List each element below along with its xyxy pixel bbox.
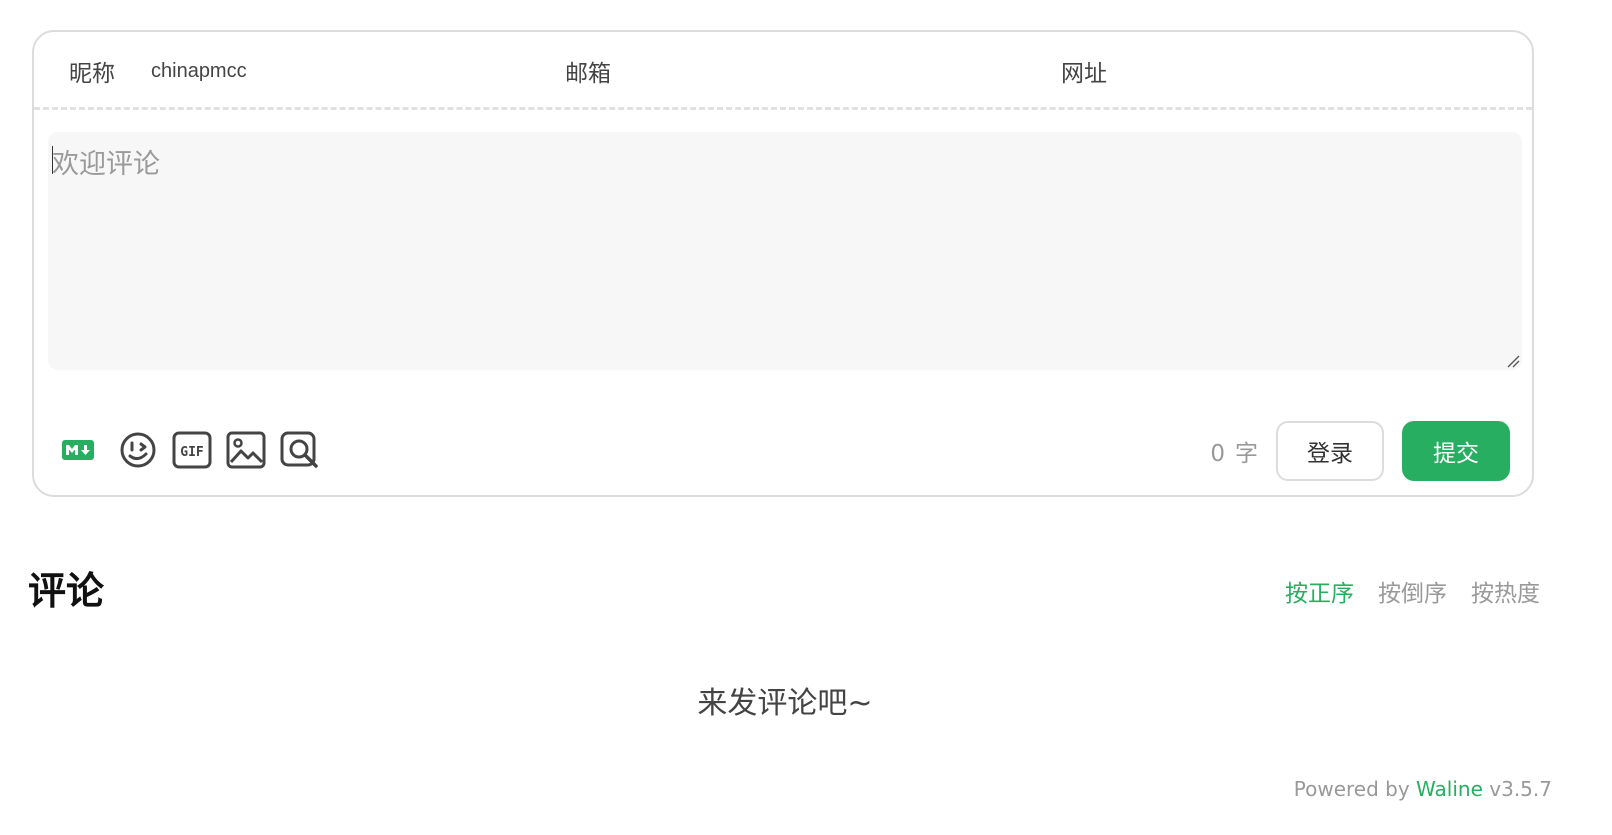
login-button[interactable]: 登录 xyxy=(1276,421,1384,481)
waline-link[interactable]: Waline xyxy=(1416,777,1483,801)
mail-field[interactable]: 邮箱 xyxy=(565,32,647,110)
editor-toolbar: GIF xyxy=(58,430,334,470)
editor-placeholder: 欢迎评论 xyxy=(52,149,160,180)
form-actions: 0字 登录 提交 xyxy=(1210,420,1510,482)
resize-handle-icon[interactable] xyxy=(1506,354,1520,368)
emoji-icon[interactable] xyxy=(118,430,158,470)
powered-prefix: Powered by xyxy=(1293,777,1410,801)
powered-by: Powered by Waline v3.5.7 xyxy=(1294,777,1552,801)
submit-button[interactable]: 提交 xyxy=(1402,421,1510,481)
nick-field[interactable]: 昵称 chinapmcc xyxy=(69,32,247,110)
version-label: v3.5.7 xyxy=(1489,777,1552,801)
sort-tabs: 按正序 按倒序 按热度 xyxy=(1261,574,1540,608)
comments-heading: 评论 xyxy=(28,569,105,613)
svg-text:GIF: GIF xyxy=(180,445,204,460)
sort-tab-hot[interactable]: 按热度 xyxy=(1471,574,1540,608)
empty-comments-message: 来发评论吧~ xyxy=(697,686,873,721)
mail-label: 邮箱 xyxy=(565,61,611,87)
user-info-row: 昵称 chinapmcc 邮箱 网址 xyxy=(34,32,1532,110)
link-label: 网址 xyxy=(1061,61,1107,87)
sort-tab-ascending[interactable]: 按正序 xyxy=(1285,574,1354,608)
word-count-number: 0 xyxy=(1210,441,1225,467)
comment-textarea[interactable]: 欢迎评论 xyxy=(48,132,1522,370)
preview-icon[interactable] xyxy=(280,430,320,470)
word-count-unit: 字 xyxy=(1235,441,1258,467)
sort-tab-descending[interactable]: 按倒序 xyxy=(1378,574,1447,608)
gif-icon[interactable]: GIF xyxy=(172,430,212,470)
nick-input[interactable]: chinapmcc xyxy=(151,60,247,83)
nick-label: 昵称 xyxy=(69,61,115,87)
link-field[interactable]: 网址 xyxy=(1061,32,1143,110)
image-icon[interactable] xyxy=(226,430,266,470)
markdown-icon[interactable] xyxy=(58,430,98,470)
word-count: 0字 xyxy=(1210,434,1258,468)
comment-form-panel: 昵称 chinapmcc 邮箱 网址 欢迎评论 GIF 0 字 登录 提交 xyxy=(32,30,1534,497)
